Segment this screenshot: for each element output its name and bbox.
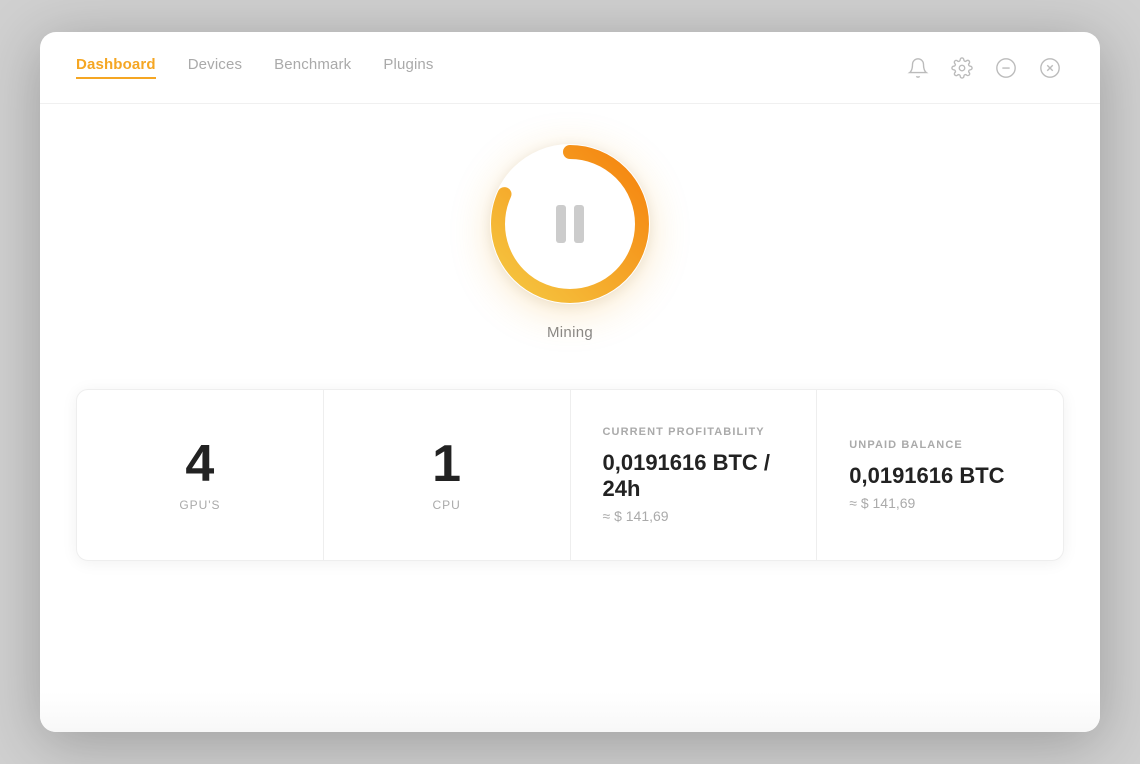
profitability-btc: 0,0191616 BTC / 24h	[603, 450, 785, 502]
bottom-gradient	[40, 692, 1100, 732]
profitability-usd: ≈ $ 141,69	[603, 508, 669, 524]
nav-bar: Dashboard Devices Benchmark Plugins	[40, 32, 1100, 104]
minimize-icon[interactable]	[992, 54, 1020, 82]
profitability-title: CURRENT PROFITABILITY	[603, 426, 765, 438]
cpu-count-label: CPU	[433, 498, 461, 512]
notifications-icon[interactable]	[904, 54, 932, 82]
stat-card-profitability: CURRENT PROFITABILITY 0,0191616 BTC / 24…	[571, 390, 818, 560]
stat-card-gpus: 4 GPU'S	[77, 390, 324, 560]
unpaid-title: UNPAID BALANCE	[849, 439, 963, 451]
nav-actions	[904, 54, 1064, 82]
main-content: Mining 4 GPU'S 1 CPU CURRENT PROFITABILI…	[40, 104, 1100, 692]
gpu-count-value: 4	[185, 438, 214, 490]
mining-label: Mining	[547, 324, 593, 341]
unpaid-btc: 0,0191616 BTC	[849, 463, 1004, 489]
stat-card-cpu: 1 CPU	[324, 390, 571, 560]
app-window: Dashboard Devices Benchmark Plugins	[40, 32, 1100, 732]
tab-devices[interactable]: Devices	[188, 56, 242, 79]
stats-row: 4 GPU'S 1 CPU CURRENT PROFITABILITY 0,01…	[76, 389, 1064, 561]
cpu-count-value: 1	[432, 438, 461, 490]
mining-button-wrapper: Mining	[490, 144, 650, 341]
tab-dashboard[interactable]: Dashboard	[76, 56, 156, 79]
settings-icon[interactable]	[948, 54, 976, 82]
pause-icon	[556, 205, 584, 243]
nav-tabs: Dashboard Devices Benchmark Plugins	[76, 56, 434, 79]
gpu-count-label: GPU'S	[179, 498, 220, 512]
unpaid-usd: ≈ $ 141,69	[849, 495, 915, 511]
mining-toggle-button[interactable]	[490, 144, 650, 304]
stat-card-unpaid: UNPAID BALANCE 0,0191616 BTC ≈ $ 141,69	[817, 390, 1063, 560]
tab-plugins[interactable]: Plugins	[383, 56, 433, 79]
close-icon[interactable]	[1036, 54, 1064, 82]
tab-benchmark[interactable]: Benchmark	[274, 56, 351, 79]
